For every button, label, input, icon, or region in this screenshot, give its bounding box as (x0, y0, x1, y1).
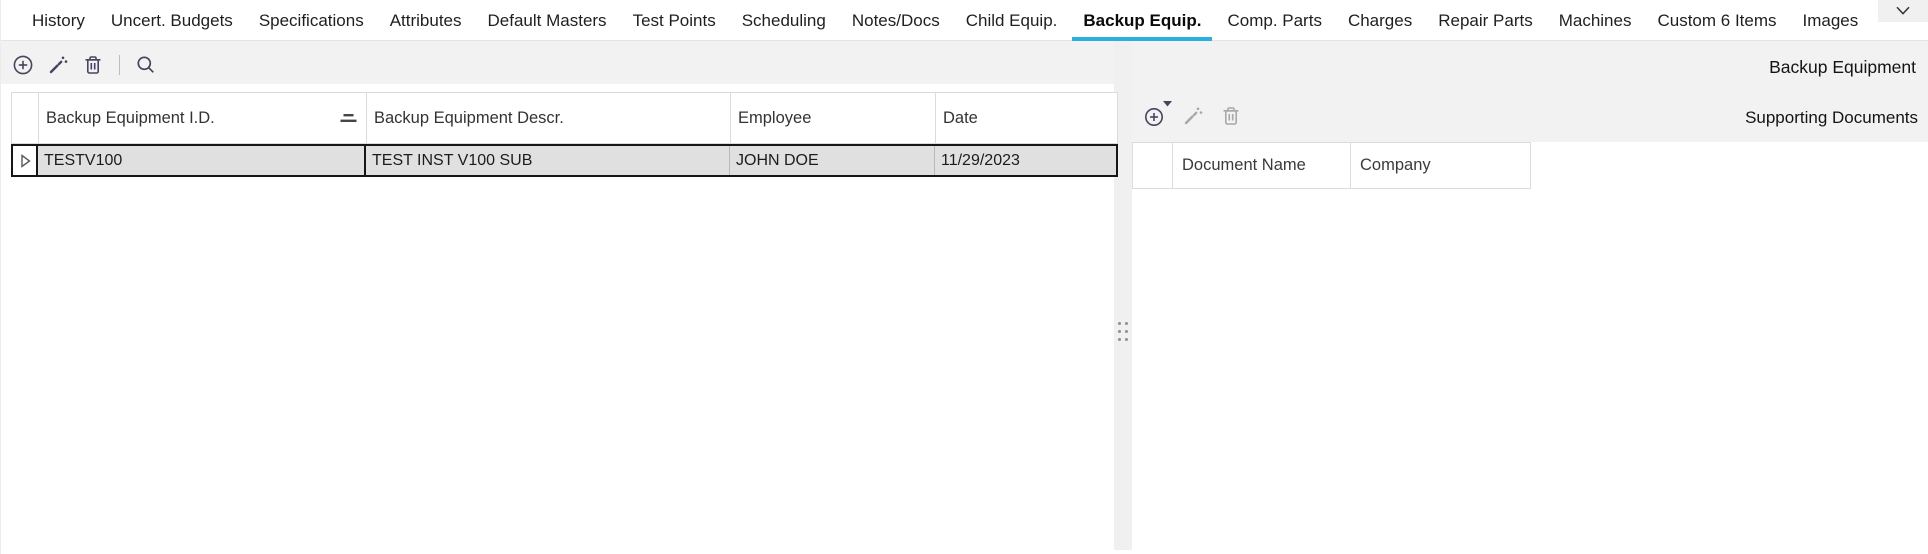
column-header-label: Document Name (1182, 156, 1306, 175)
tab-child-equip[interactable]: Child Equip. (953, 0, 1071, 41)
magic-wand-icon (1181, 104, 1205, 128)
edit-row-button[interactable] (46, 53, 70, 77)
circle-plus-dropdown-icon (1143, 104, 1167, 128)
cell-date[interactable]: 11/29/2023 (935, 146, 1116, 175)
cell-employee[interactable]: JOHN DOE (730, 146, 935, 175)
delete-row-button[interactable] (81, 53, 105, 77)
backup-equipment-toolbar (11, 53, 158, 77)
add-row-button[interactable] (11, 53, 35, 77)
column-header-company[interactable]: Company (1351, 143, 1530, 188)
supporting-documents-grid-header: Document Name Company (1132, 142, 1531, 189)
backup-equipment-grid-header: Backup Equipment I.D. Backup Equipment D… (11, 92, 1118, 144)
expand-right-icon (16, 152, 34, 170)
tab-backup-equip[interactable]: Backup Equip. (1070, 0, 1214, 41)
magnifier-icon (134, 53, 158, 77)
tab-bar: History Uncert. Budgets Specifications A… (1, 0, 1928, 41)
column-header-label: Company (1360, 156, 1431, 175)
column-header-document-name[interactable]: Document Name (1173, 143, 1351, 188)
column-header-employee[interactable]: Employee (731, 93, 936, 143)
tab-custom-6-items[interactable]: Custom 6 Items (1644, 0, 1789, 41)
right-panel-title: Supporting Documents (1745, 108, 1918, 128)
tab-default-masters[interactable]: Default Masters (475, 0, 620, 41)
splitter-grip-icon[interactable] (1118, 322, 1128, 341)
column-header-selector (1133, 143, 1173, 188)
tab-comp-parts[interactable]: Comp. Parts (1214, 0, 1334, 41)
delete-document-button[interactable] (1219, 104, 1243, 128)
column-header-date[interactable]: Date (936, 93, 1117, 143)
tab-charges[interactable]: Charges (1335, 0, 1425, 41)
table-row[interactable]: TESTV100 TEST INST V100 SUB JOHN DOE 11/… (11, 144, 1118, 177)
column-header-label: Backup Equipment I.D. (46, 109, 215, 128)
backup-equipment-page: History Uncert. Budgets Specifications A… (0, 0, 1928, 554)
column-header-backup-equipment-descr[interactable]: Backup Equipment Descr. (367, 93, 731, 143)
search-button[interactable] (134, 53, 158, 77)
chevron-down-icon (1894, 4, 1912, 18)
column-header-label: Date (943, 109, 978, 128)
tab-history[interactable]: History (19, 0, 98, 41)
tab-machines[interactable]: Machines (1546, 0, 1645, 41)
tab-notes-docs[interactable]: Notes/Docs (839, 0, 953, 41)
circle-plus-icon (11, 53, 35, 77)
column-header-backup-equipment-id[interactable]: Backup Equipment I.D. (39, 93, 367, 143)
tab-repair-parts[interactable]: Repair Parts (1425, 0, 1545, 41)
column-header-selector (12, 93, 39, 143)
left-panel-title: Backup Equipment (1769, 57, 1916, 78)
toolbar-divider (119, 55, 120, 75)
tab-test-points[interactable]: Test Points (620, 0, 729, 41)
sort-ascending-icon (340, 112, 357, 124)
row-expand-button[interactable] (13, 146, 38, 175)
column-header-label: Backup Equipment Descr. (374, 109, 564, 128)
cell-backup-equipment-descr[interactable]: TEST INST V100 SUB (366, 146, 730, 175)
column-header-label: Employee (738, 109, 811, 128)
tab-attributes[interactable]: Attributes (377, 0, 475, 41)
toolbar-band (1, 41, 1928, 84)
trash-icon (81, 53, 105, 77)
edit-document-button[interactable] (1181, 104, 1205, 128)
tab-specifications[interactable]: Specifications (246, 0, 377, 41)
add-document-button[interactable] (1143, 104, 1167, 128)
supporting-documents-toolbar (1143, 104, 1243, 128)
trash-icon (1219, 104, 1243, 128)
tab-overflow-button[interactable] (1878, 0, 1928, 22)
cell-backup-equipment-id[interactable]: TESTV100 (38, 146, 366, 175)
tab-scheduling[interactable]: Scheduling (729, 0, 839, 41)
tab-uncert-budgets[interactable]: Uncert. Budgets (98, 0, 246, 41)
dropdown-caret-icon (1163, 101, 1172, 107)
magic-wand-icon (46, 53, 70, 77)
tab-images[interactable]: Images (1790, 0, 1872, 41)
